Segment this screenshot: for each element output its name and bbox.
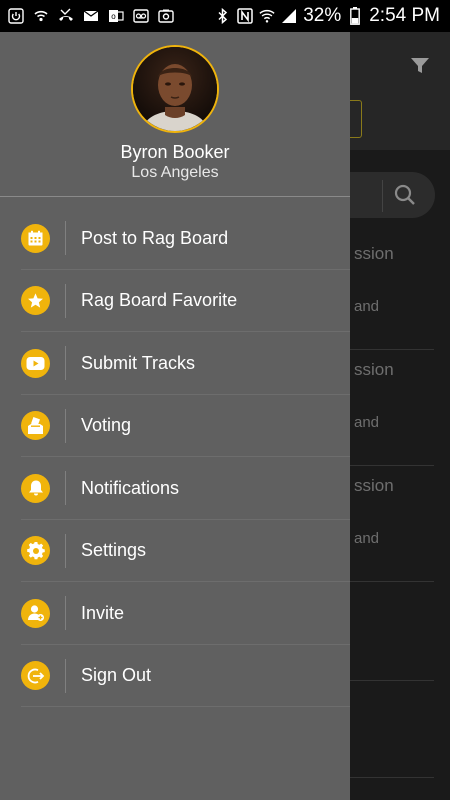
menu-item-label: Rag Board Favorite	[81, 290, 238, 311]
profile-divider	[0, 196, 350, 197]
status-bar: o 32% 2:54 PM	[0, 0, 450, 32]
nfc-icon	[237, 8, 253, 24]
voicemail-icon	[133, 8, 149, 24]
menu-item-label: Post to Rag Board	[81, 227, 229, 248]
menu-item-label: Voting	[81, 415, 132, 436]
outlook-icon: o	[108, 8, 124, 24]
search-separator	[382, 180, 383, 212]
youtube-icon	[21, 348, 50, 378]
background-row-divider	[350, 465, 434, 466]
wifi-call-icon	[33, 8, 49, 24]
menu-item-post-to-rag-board[interactable]: Post to Rag Board	[0, 207, 350, 270]
menu-item-submit-tracks[interactable]: Submit Tracks	[0, 332, 350, 395]
background-snippet: and	[354, 298, 380, 315]
menu-divider	[21, 706, 350, 707]
wifi-icon	[259, 8, 275, 24]
background-snippet: ssion	[354, 476, 394, 495]
add-user-icon	[21, 598, 50, 628]
menu-item-label: Submit Tracks	[81, 352, 196, 373]
sign-out-icon	[21, 661, 50, 691]
background-snippet: ssion	[354, 244, 394, 263]
profile-header: Byron Booker Los Angeles	[0, 32, 350, 197]
search-icon[interactable]	[392, 182, 418, 208]
menu-item-settings[interactable]: Settings	[0, 520, 350, 582]
menu-separator	[65, 408, 66, 443]
profile-city: Los Angeles	[131, 164, 219, 181]
menu-separator	[65, 533, 66, 568]
menu-item-rag-board-favorite[interactable]: Rag Board Favorite	[0, 270, 350, 332]
menu-item-notifications[interactable]: Notifications	[0, 457, 350, 520]
profile-name: Byron Booker	[120, 142, 230, 162]
background-snippet: ssion	[354, 360, 394, 379]
menu-item-invite[interactable]: Invite	[0, 582, 350, 645]
ballot-box-icon	[21, 411, 50, 441]
photo-icon	[158, 8, 174, 24]
menu-item-label: Sign Out	[81, 665, 152, 686]
menu-separator	[65, 596, 66, 630]
background-row-divider	[350, 581, 434, 582]
bell-icon	[21, 473, 50, 503]
email-icon	[83, 8, 99, 24]
menu-item-label: Invite	[81, 602, 125, 623]
menu-separator	[65, 283, 66, 318]
signal-icon	[281, 8, 297, 24]
background-row-divider	[350, 349, 434, 350]
missed-call-icon	[58, 8, 74, 24]
star-icon	[21, 286, 50, 316]
menu-item-voting[interactable]: Voting	[0, 395, 350, 457]
power-icon	[8, 8, 24, 24]
avatar[interactable]	[131, 45, 219, 133]
menu-item-label: Notifications	[81, 477, 180, 498]
background-snippet: and	[354, 414, 380, 431]
battery-percent: 32%	[303, 5, 342, 26]
svg-text:o: o	[111, 12, 116, 21]
navigation-drawer: Byron Booker Los Angeles Post to Rag Boa…	[0, 32, 350, 800]
menu-item-sign-out[interactable]: Sign Out	[0, 645, 350, 707]
background-row-divider	[350, 680, 434, 681]
menu-separator	[65, 658, 66, 693]
filter-icon[interactable]	[408, 54, 432, 78]
battery-icon	[347, 7, 363, 25]
drawer-menu: Post to Rag Board Rag Board Favorite Sub…	[0, 207, 350, 707]
menu-item-label: Settings	[81, 540, 147, 561]
calendar-icon	[21, 223, 50, 253]
bluetooth-icon	[215, 8, 231, 24]
menu-separator	[65, 471, 66, 505]
clock: 2:54 PM	[369, 5, 440, 26]
menu-separator	[65, 221, 66, 255]
background-snippet: and	[354, 530, 380, 547]
screen: o 32% 2:54 PM ssion and ssion and ssion …	[0, 0, 450, 800]
background-row-divider	[350, 777, 434, 778]
gear-icon	[21, 536, 50, 566]
menu-separator	[65, 346, 66, 380]
